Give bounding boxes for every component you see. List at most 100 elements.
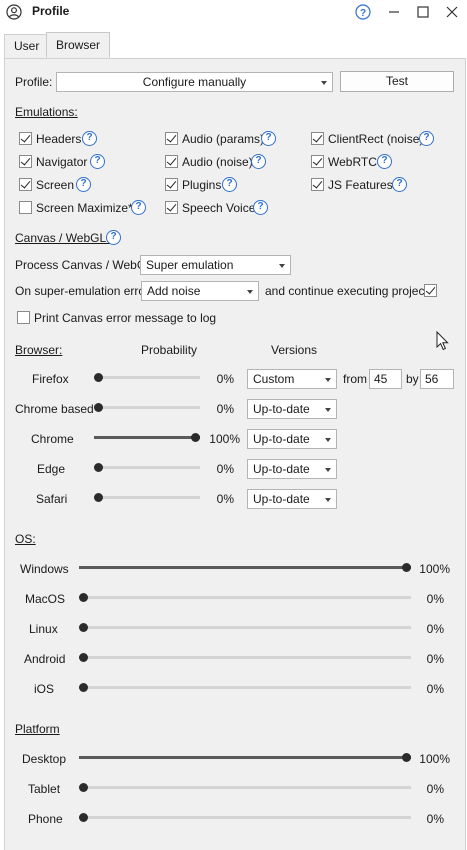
chrome-slider-thumb[interactable]	[191, 433, 200, 442]
firefox-version-value: Custom	[253, 372, 295, 386]
safari-version-select[interactable]: Up-to-date	[247, 489, 337, 509]
desktop-slider-thumb[interactable]	[402, 753, 411, 762]
js-features-checkbox[interactable]	[311, 178, 324, 191]
firefox-by-input[interactable]: 56	[420, 369, 454, 389]
navigator-checkbox[interactable]	[19, 155, 32, 168]
edge-slider-track[interactable]	[94, 466, 200, 469]
edge-version-select[interactable]: Up-to-date	[247, 459, 337, 479]
help-icon[interactable]: ?	[76, 177, 91, 192]
audio-noise-checkbox[interactable]	[165, 155, 178, 168]
audio-params-checkbox[interactable]	[165, 132, 178, 145]
help-icon[interactable]: ?	[253, 200, 268, 215]
help-icon[interactable]: ?	[251, 154, 266, 169]
android-slider-thumb[interactable]	[79, 653, 88, 662]
tablet-slider-thumb[interactable]	[79, 783, 88, 792]
edge-percent: 0%	[216, 462, 234, 476]
windows-slider-fill	[79, 566, 411, 569]
edge-slider-thumb[interactable]	[94, 463, 103, 472]
process-canvas-value: Super emulation	[146, 258, 234, 272]
platform-name-desktop: Desktop	[22, 752, 67, 766]
headers-label: Headers	[36, 132, 82, 146]
help-icon[interactable]: ?	[355, 4, 371, 20]
ios-slider-thumb[interactable]	[79, 683, 88, 692]
print-canvas-error-label: Print Canvas error message to log	[34, 311, 217, 325]
help-icon[interactable]: ?	[131, 200, 146, 215]
audio-params-label: Audio (params)	[182, 132, 265, 146]
os-section-title: OS:	[15, 532, 36, 546]
emulations-section-title: Emulations:	[15, 105, 78, 119]
chevron-down-icon	[325, 468, 331, 472]
android-slider-track[interactable]	[79, 656, 411, 659]
close-icon[interactable]	[444, 4, 460, 20]
phone-slider-track[interactable]	[79, 816, 411, 819]
firefox-version-select[interactable]: Custom	[247, 369, 337, 389]
screen-maximize-checkbox[interactable]	[19, 201, 32, 214]
headers-checkbox[interactable]	[19, 132, 32, 145]
chrome-based-slider-track[interactable]	[94, 406, 200, 409]
help-icon[interactable]: ?	[90, 154, 105, 169]
plugins-label: Plugins	[182, 178, 222, 192]
chrome-based-slider-thumb[interactable]	[94, 403, 103, 412]
audio-noise-label: Audio (noise)	[182, 155, 253, 169]
process-canvas-select[interactable]: Super emulation	[140, 255, 291, 275]
help-icon[interactable]: ?	[377, 154, 392, 169]
probability-header: Probability	[141, 343, 198, 357]
firefox-slider-track[interactable]	[94, 376, 200, 379]
maximize-icon[interactable]	[415, 4, 431, 20]
safari-slider-track[interactable]	[94, 496, 200, 499]
print-canvas-error-checkbox[interactable]	[17, 311, 30, 324]
tab-user[interactable]: User	[4, 34, 50, 58]
continue-executing-label: and continue executing project	[265, 284, 428, 298]
error-action-select[interactable]: Add noise	[141, 281, 259, 301]
os-name-windows: Windows	[20, 562, 69, 576]
firefox-slider-thumb[interactable]	[94, 373, 103, 382]
screen-checkbox[interactable]	[19, 178, 32, 191]
plugins-checkbox[interactable]	[165, 178, 178, 191]
windows-percent: 100%	[419, 562, 450, 576]
phone-slider-thumb[interactable]	[79, 813, 88, 822]
help-icon[interactable]: ?	[222, 177, 237, 192]
profile-select[interactable]: Configure manually	[56, 72, 333, 92]
macos-slider-thumb[interactable]	[79, 593, 88, 602]
safari-slider-thumb[interactable]	[94, 493, 103, 502]
canvas-section-title: Canvas / WebGL:	[15, 231, 110, 245]
continue-executing-checkbox[interactable]	[424, 284, 437, 297]
chrome-version-value: Up-to-date	[253, 432, 310, 446]
minimize-icon[interactable]	[386, 4, 402, 20]
macos-slider-track[interactable]	[79, 596, 411, 599]
safari-percent: 0%	[216, 492, 234, 506]
from-label: from	[343, 372, 367, 386]
ios-slider-track[interactable]	[79, 686, 411, 689]
navigator-label: Navigator	[36, 155, 88, 169]
linux-slider-thumb[interactable]	[79, 623, 88, 632]
screen-label: Screen	[36, 178, 75, 192]
windows-slider-thumb[interactable]	[402, 563, 411, 572]
help-icon[interactable]: ?	[419, 131, 434, 146]
clientrect-noise-checkbox[interactable]	[311, 132, 324, 145]
tab-browser[interactable]: Browser	[46, 32, 111, 58]
help-icon[interactable]: ?	[82, 131, 97, 146]
macos-percent: 0%	[426, 592, 444, 606]
clientrect-noise-label: ClientRect (noise)	[328, 132, 424, 146]
help-icon[interactable]: ?	[392, 177, 407, 192]
chevron-down-icon	[325, 408, 331, 412]
os-name-macos: MacOS	[25, 592, 66, 606]
android-percent: 0%	[426, 652, 444, 666]
chrome-version-select[interactable]: Up-to-date	[247, 429, 337, 449]
chrome-percent: 100%	[209, 432, 240, 446]
chevron-down-icon	[325, 438, 331, 442]
by-label: by	[406, 372, 419, 386]
speech-voice-checkbox[interactable]	[165, 201, 178, 214]
svg-text:?: ?	[360, 8, 366, 19]
help-icon[interactable]: ?	[261, 131, 276, 146]
ios-percent: 0%	[426, 682, 444, 696]
test-button[interactable]: Test	[340, 71, 454, 92]
process-canvas-label: Process Canvas / WebGL	[15, 258, 153, 272]
chrome-based-version-select[interactable]: Up-to-date	[247, 399, 337, 419]
firefox-from-input[interactable]: 45	[369, 369, 402, 389]
browser-name-chrome-based: Chrome based	[15, 402, 94, 416]
help-icon[interactable]: ?	[106, 230, 121, 245]
tablet-slider-track[interactable]	[79, 786, 411, 789]
webrtc-checkbox[interactable]	[311, 155, 324, 168]
linux-slider-track[interactable]	[79, 626, 411, 629]
